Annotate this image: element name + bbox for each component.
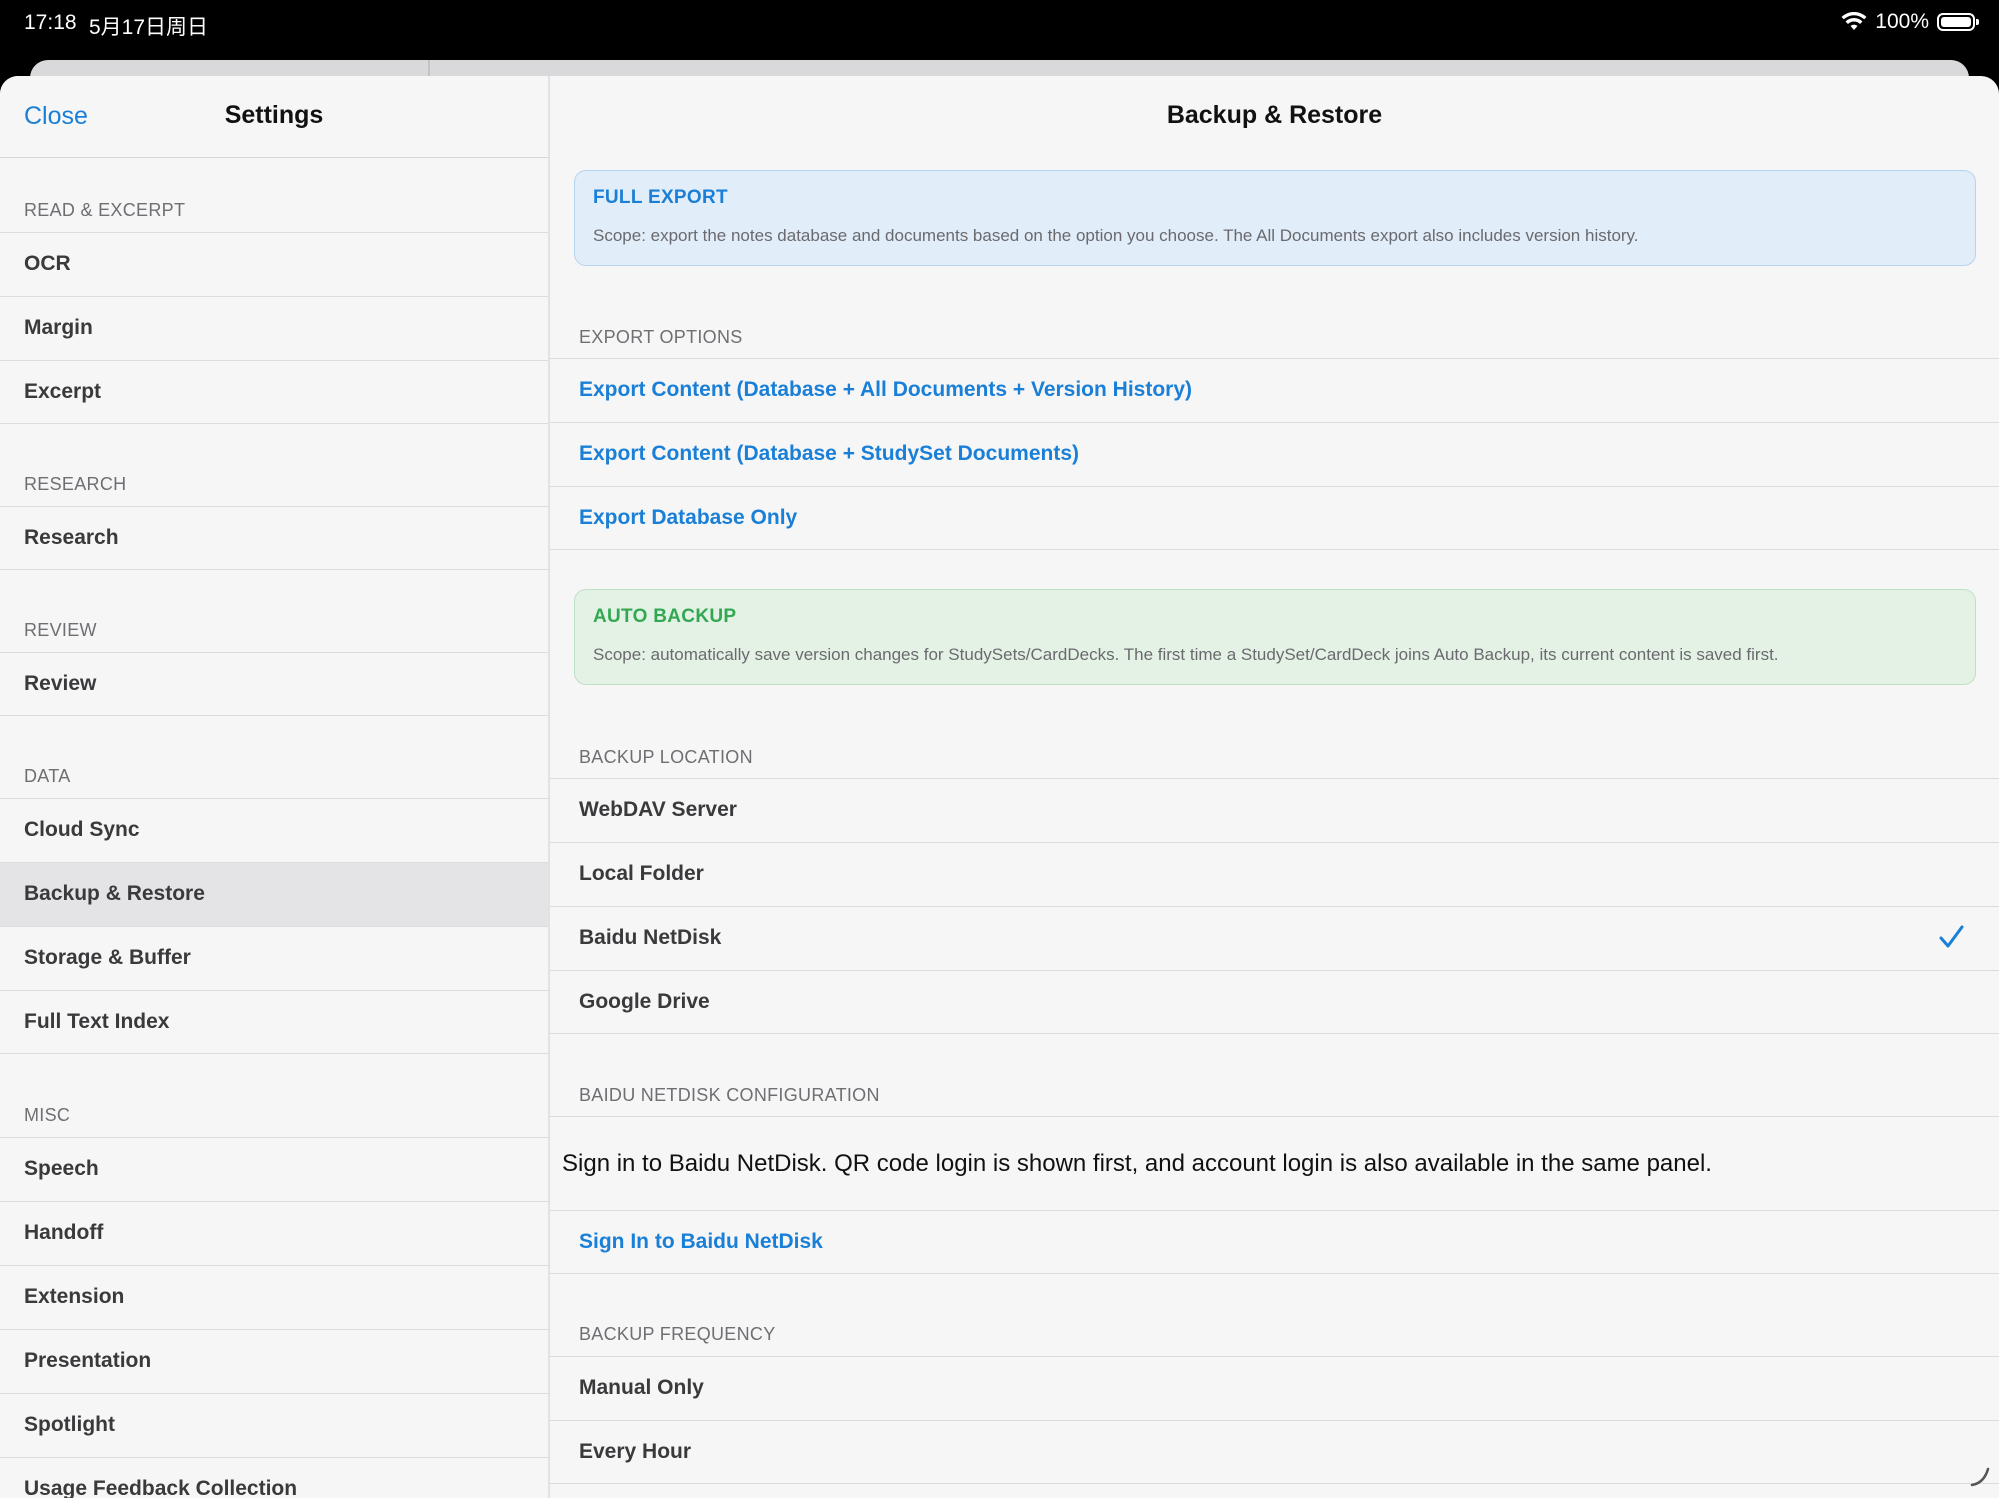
location-google-drive[interactable]: Google Drive (550, 970, 1999, 1034)
auto-backup-title: AUTO BACKUP (593, 606, 737, 627)
section-label-backup-frequency: BACKUP FREQUENCY (579, 1324, 776, 1344)
section-label-baidu-config: BAIDU NETDISK CONFIGURATION (579, 1085, 880, 1105)
sidebar-item-review[interactable]: Review (0, 652, 548, 716)
sidebar-item-presentation[interactable]: Presentation (0, 1329, 548, 1393)
sidebar-item-storage-buffer[interactable]: Storage & Buffer (0, 926, 548, 990)
location-webdav[interactable]: WebDAV Server (550, 778, 1999, 842)
auto-backup-text: Scope: automatically save version change… (593, 645, 1779, 664)
export-all-documents-button[interactable]: Export Content (Database + All Documents… (550, 358, 1999, 422)
section-label-review: REVIEW (24, 620, 97, 640)
section-label-research: RESEARCH (24, 474, 127, 494)
page-title: Backup & Restore (1166, 101, 1383, 129)
sidebar-item-backup-restore[interactable]: Backup & Restore (0, 862, 548, 926)
sidebar-item-extension[interactable]: Extension (0, 1265, 548, 1329)
sidebar-item-speech[interactable]: Speech (0, 1137, 548, 1201)
sidebar-item-spotlight[interactable]: Spotlight (0, 1393, 548, 1457)
baidu-sign-in-button[interactable]: Sign In to Baidu NetDisk (550, 1210, 1999, 1274)
status-right: 100% (1841, 10, 1979, 34)
checkmark-icon (1939, 925, 1964, 948)
location-local-folder[interactable]: Local Folder (550, 842, 1999, 906)
sidebar-title: Settings (224, 101, 324, 129)
wifi-icon (1841, 12, 1867, 30)
full-export-title: FULL EXPORT (593, 187, 728, 208)
section-label-misc: MISC (24, 1105, 71, 1125)
status-time: 17:18 (24, 11, 77, 34)
frequency-every-hour[interactable]: Every Hour (550, 1420, 1999, 1484)
sidebar-item-ocr[interactable]: OCR (0, 232, 548, 296)
section-label-data: DATA (24, 766, 71, 786)
location-baidu-netdisk[interactable]: Baidu NetDisk (550, 906, 1999, 970)
sidebar-item-excerpt[interactable]: Excerpt (0, 360, 548, 424)
detail-pane: Backup & Restore FULL EXPORT Scope: expo… (550, 76, 1999, 1498)
frequency-manual-only[interactable]: Manual Only (550, 1356, 1999, 1420)
export-studyset-documents-button[interactable]: Export Content (Database + StudySet Docu… (550, 422, 1999, 486)
status-date: 5月17日周日 (89, 16, 209, 39)
auto-backup-info: AUTO BACKUP Scope: automatically save ve… (574, 589, 1976, 685)
resize-grabber-icon[interactable] (1969, 1466, 1991, 1488)
full-export-text: Scope: export the notes database and doc… (593, 226, 1639, 245)
battery-percent: 100% (1875, 10, 1929, 33)
section-label-backup-location: BACKUP LOCATION (579, 747, 753, 767)
sidebar-item-research[interactable]: Research (0, 506, 548, 570)
settings-sheet: Close Settings READ & EXCERPT OCR Margin… (0, 76, 1999, 1498)
export-database-only-button[interactable]: Export Database Only (550, 486, 1999, 550)
sidebar-item-handoff[interactable]: Handoff (0, 1201, 548, 1265)
sidebar-item-margin[interactable]: Margin (0, 296, 548, 360)
status-bar: 17:18 5月17日周日 100% (0, 0, 1999, 50)
battery-icon (1937, 13, 1979, 31)
full-export-info: FULL EXPORT Scope: export the notes data… (574, 170, 1976, 266)
sidebar-item-full-text-index[interactable]: Full Text Index (0, 990, 548, 1054)
sidebar-item-usage-feedback[interactable]: Usage Feedback Collection (0, 1457, 548, 1498)
section-label-read-excerpt: READ & EXCERPT (24, 200, 186, 220)
sidebar-item-cloud-sync[interactable]: Cloud Sync (0, 798, 548, 862)
section-label-export-options: EXPORT OPTIONS (579, 327, 743, 347)
settings-sidebar: Close Settings READ & EXCERPT OCR Margin… (0, 76, 548, 1498)
baidu-config-description: Sign in to Baidu NetDisk. QR code login … (550, 1116, 1999, 1210)
sidebar-header: Close Settings (0, 76, 548, 158)
